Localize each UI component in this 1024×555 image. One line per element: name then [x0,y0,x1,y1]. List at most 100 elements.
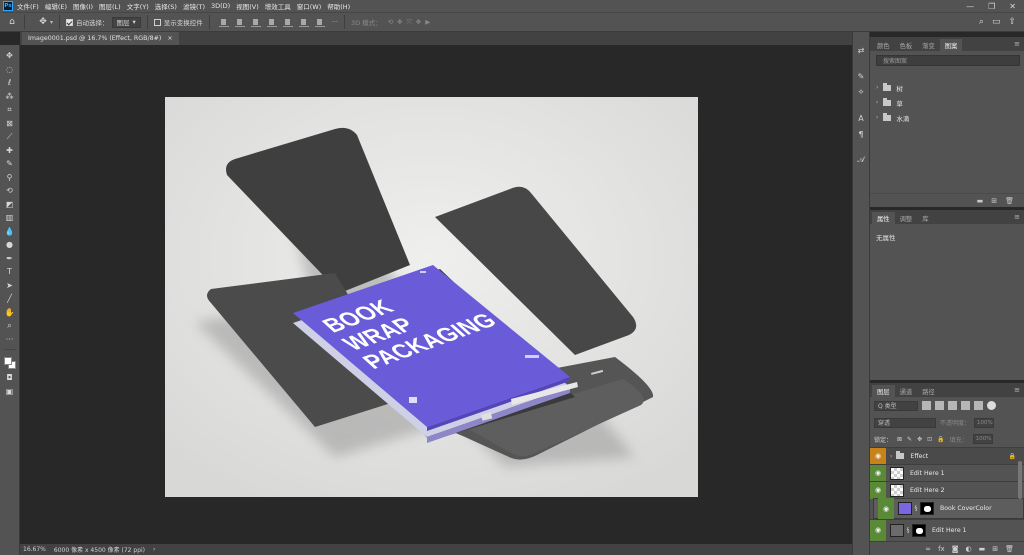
dodge-tool-icon[interactable]: ● [3,238,17,252]
chevron-right-icon[interactable]: › [876,114,878,121]
screen-mode-icon[interactable]: ▣ [3,385,17,399]
history-panel-icon[interactable]: ⇄ [855,42,867,58]
filter-toggle-icon[interactable] [987,401,996,410]
lock-all-icon[interactable]: 🔒 [937,436,944,443]
lock-position-icon[interactable]: ✥ [917,436,922,443]
brush-tool-icon[interactable]: ✎ [3,157,17,171]
clone-stamp-tool-icon[interactable]: ⚲ [3,171,17,185]
workspace-icon[interactable]: ▭ [992,17,1001,27]
new-group-icon[interactable]: ▬ [977,197,984,205]
menu-select[interactable]: 选择(S) [155,1,177,11]
paths-icon[interactable]: ⟡ [855,84,867,100]
tab-paths[interactable]: 路径 [917,385,940,397]
pattern-search-input[interactable]: 搜索图案 [876,55,1020,66]
glyphs-panel-icon[interactable]: 𝒜 [855,152,867,168]
adjustment-filter-icon[interactable] [935,401,944,410]
eye-icon[interactable]: ◉ [870,464,886,482]
close-window-button[interactable]: ✕ [1009,2,1016,11]
auto-select-checkbox[interactable] [66,18,74,26]
eraser-tool-icon[interactable]: ◩ [3,198,17,212]
more-options-icon[interactable]: ··· [332,18,338,26]
color-swatches[interactable] [3,353,17,371]
align-vcenter-icon[interactable] [282,18,293,27]
hand-tool-icon[interactable]: ✋ [3,306,17,320]
menu-type[interactable]: 文字(Y) [127,1,149,11]
add-mask-icon[interactable]: ◙ [952,545,959,553]
magic-wand-tool-icon[interactable]: ⁂ [3,90,17,104]
home-icon[interactable]: ⌂ [6,16,18,28]
canvas-area[interactable]: BOOK WRAP PACKAGING [20,45,852,544]
pen-tool-icon[interactable]: ✒ [3,252,17,266]
status-arrow-button[interactable]: › [153,546,155,553]
chevron-down-icon[interactable]: ▾ [50,19,53,26]
path-selection-tool-icon[interactable]: ➤ [3,279,17,293]
align-bottom-icon[interactable] [298,18,309,27]
align-left-icon[interactable] [218,18,229,27]
move-tool-icon[interactable]: ✥ [3,49,17,63]
frame-tool-icon[interactable]: ⊠ [3,117,17,131]
gradient-tool-icon[interactable]: ▥ [3,211,17,225]
align-hcenter-icon[interactable] [234,18,245,27]
document-tab[interactable]: Image0001.psd @ 16.7% (Effect, RGB/8#) × [22,32,179,45]
chevron-right-icon[interactable]: › [876,99,878,106]
menu-window[interactable]: 窗口(W) [297,1,322,11]
pixel-filter-icon[interactable] [922,401,931,410]
chevron-right-icon[interactable]: › [876,84,878,91]
tab-gradients[interactable]: 渐变 [917,39,940,51]
eye-icon[interactable]: ◉ [870,481,886,499]
layer-row[interactable]: ◉ § Edit Here 1 [870,519,1024,541]
smart-object-filter-icon[interactable] [974,401,983,410]
panel-menu-icon[interactable]: ≡ [1014,386,1020,394]
layer-row[interactable]: ◉ › Effect 🔒 [870,447,1024,465]
layers-scrollbar[interactable] [1018,461,1022,499]
character-panel-icon[interactable]: A [855,110,867,126]
distribute-icon[interactable] [314,18,325,27]
layer-mask-thumbnail[interactable] [920,502,934,515]
minimize-button[interactable]: — [966,2,974,11]
panel-menu-icon[interactable]: ≡ [1014,40,1020,48]
zoom-tool-icon[interactable]: ⌕ [3,319,17,333]
trash-icon[interactable]: 🗑 [1005,197,1014,205]
tab-color[interactable]: 颜色 [872,39,895,51]
menu-edit[interactable]: 编辑(E) [45,1,67,11]
menu-3d[interactable]: 3D(D) [211,2,230,10]
line-tool-icon[interactable]: ╱ [3,292,17,306]
link-icon[interactable]: § [913,505,919,512]
link-icon[interactable]: § [905,527,911,534]
pattern-group-row[interactable]: › 草 [870,95,1024,110]
restore-button[interactable]: ❐ [988,2,995,11]
crop-tool-icon[interactable]: ⌗ [3,103,17,117]
type-tool-icon[interactable]: T [3,265,17,279]
adjustment-layer-icon[interactable]: ◐ [966,545,972,553]
lock-image-icon[interactable]: ✎ [907,436,912,443]
show-transform-checkbox[interactable] [153,18,161,26]
pattern-group-row[interactable]: › 水滴 [870,110,1024,125]
tab-channels[interactable]: 通道 [895,385,918,397]
eye-icon[interactable]: ◉ [870,447,886,465]
blend-mode-dropdown[interactable]: 穿透 [874,417,936,428]
tab-layers[interactable]: 图层 [872,385,895,397]
layer-row[interactable]: ◉ Edit Here 2 [870,481,1024,499]
menu-view[interactable]: 视图(V) [236,1,259,11]
lock-artboard-icon[interactable]: ⊡ [927,436,932,443]
menu-help[interactable]: 帮助(H) [327,1,350,11]
tab-libraries[interactable]: 库 [917,212,933,224]
opacity-field[interactable]: 100% [974,417,995,428]
foreground-color-swatch[interactable] [3,357,12,365]
tab-patterns[interactable]: 图案 [939,39,963,51]
align-right-icon[interactable] [250,18,261,27]
shape-filter-icon[interactable] [961,401,970,410]
menu-filter[interactable]: 滤镜(T) [183,1,205,11]
menu-image[interactable]: 图像(I) [73,1,93,11]
layer-row[interactable]: ◉ § Book CoverColor [873,498,1024,519]
new-layer-icon[interactable]: ⊞ [992,545,998,553]
eyedropper-tool-icon[interactable]: ⟋ [3,130,17,144]
brush-settings-icon[interactable]: ✎ [855,68,867,84]
fx-icon[interactable]: fx [938,545,945,553]
zoom-level[interactable]: 16.67% [23,546,46,553]
menu-plugins[interactable]: 增效工具 [265,1,291,11]
trash-icon[interactable]: 🗑 [1005,545,1014,553]
move-tool-preset-icon[interactable]: ✥ [37,16,49,28]
menu-file[interactable]: 文件(F) [17,1,39,11]
eye-icon[interactable]: ◉ [878,498,894,519]
